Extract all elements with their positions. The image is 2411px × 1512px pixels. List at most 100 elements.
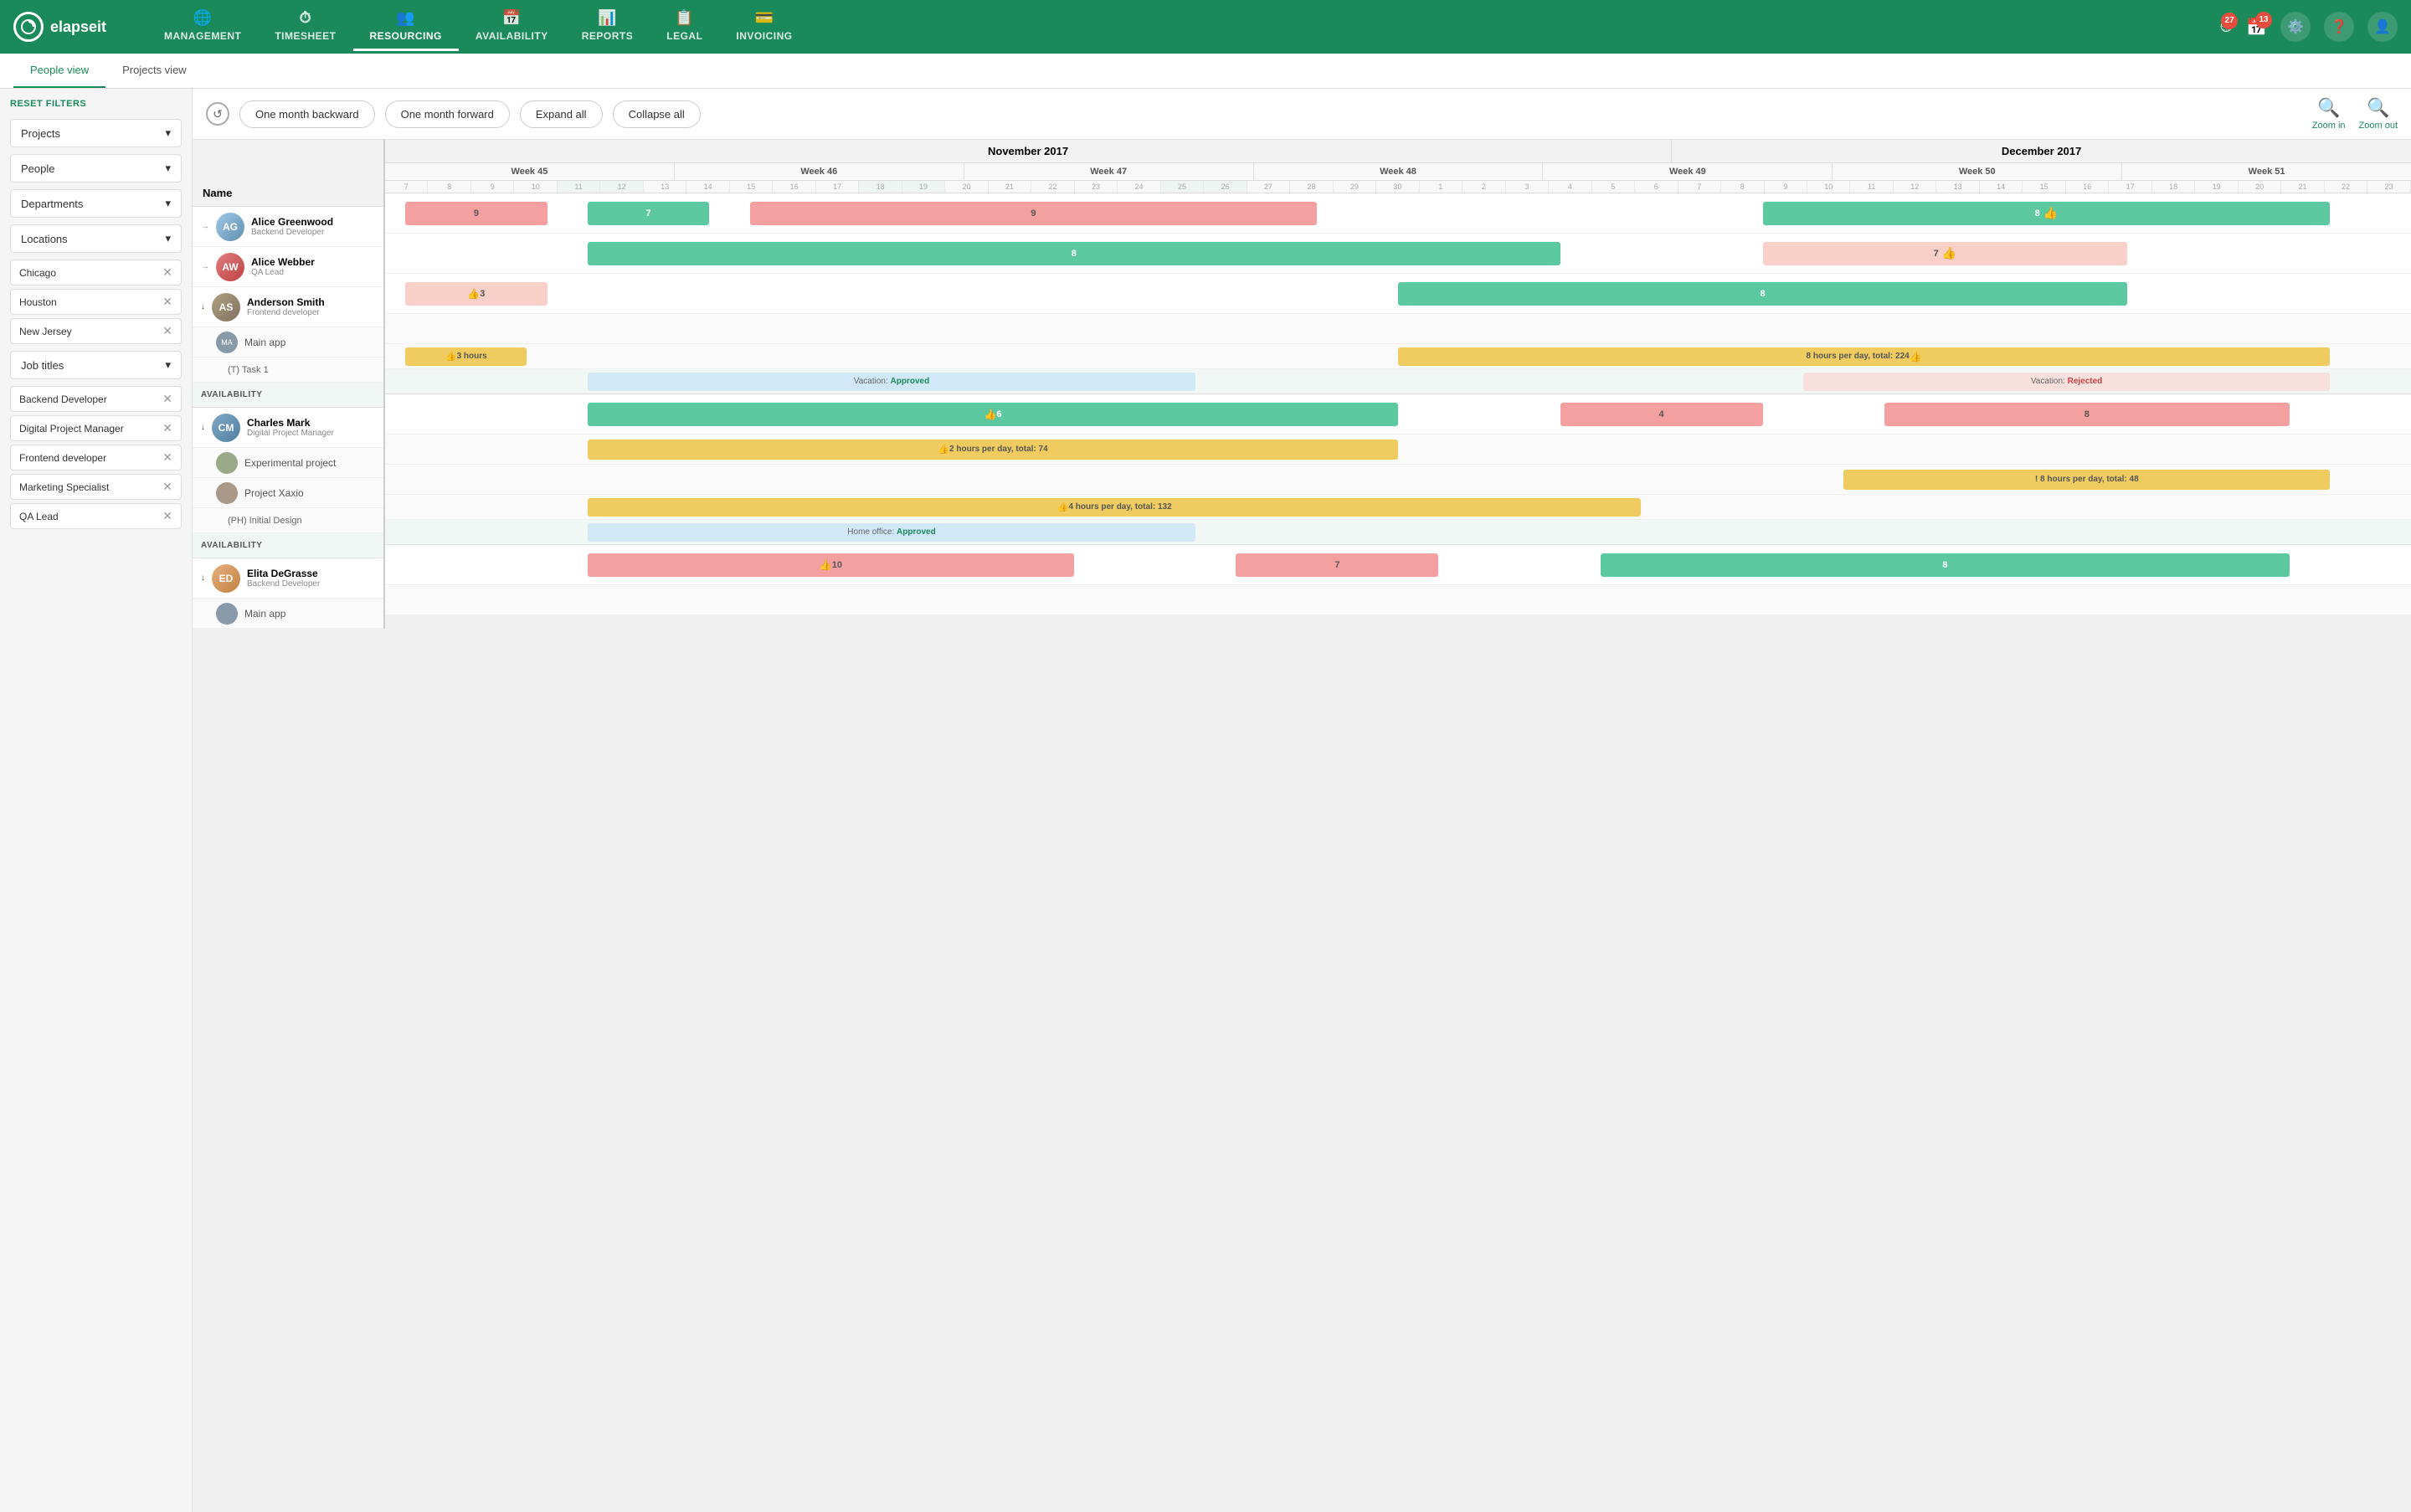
nav-management[interactable]: 🌐 MANAGEMENT [147,3,258,51]
elita-name: Elita DeGrasse [247,568,320,579]
backend-dev-remove[interactable]: ✕ [162,392,172,406]
digital-pm-remove[interactable]: ✕ [162,421,172,435]
content-area: ↺ One month backward One month forward E… [193,89,2411,1512]
anderson-avail-label: AVAILABILITY [201,390,262,399]
chicago-remove[interactable]: ✕ [162,265,172,280]
nav-reports-label: REPORTS [582,30,634,42]
main-layout: RESET FILTERS Projects ▾ People ▾ Depart… [0,89,2411,1512]
name-column: Name → AG Alice Greenwood Backend Develo… [193,140,385,629]
collapse-all-button[interactable]: Collapse all [613,100,701,128]
xaxio-icon [216,482,238,504]
chicago-tag: Chicago ✕ [10,260,182,285]
marketing-spec-label: Marketing Specialist [19,481,109,493]
job-titles-arrow: ▾ [165,358,171,372]
alice-g-bar-1: 9 [405,202,547,225]
anderson-expand[interactable]: ↓ [201,302,205,311]
availability-icon: 📅 [502,9,522,27]
nav-invoicing-label: INVOICING [736,30,792,42]
timer-badge-button[interactable]: ⏱27 [2219,18,2233,37]
charles-initial-bar-row: 👍 4 hours per day, total: 132 [385,495,2411,520]
week-49: Week 49 [1543,163,1833,180]
help-button[interactable]: ❓ [2324,12,2354,42]
zoom-in-label: Zoom in [2312,121,2346,131]
digital-pm-label: Digital Project Manager [19,423,124,435]
legal-icon: 📋 [675,9,694,27]
chicago-label: Chicago [19,267,56,279]
elita-main-app-icon [216,603,238,625]
week-50: Week 50 [1833,163,2122,180]
tab-projects-label: Projects view [122,64,187,76]
one-month-backward-button[interactable]: One month backward [239,100,375,128]
one-month-forward-button[interactable]: One month forward [385,100,510,128]
gantt-inner: November 2017 December 2017 Week 45 Week… [385,140,2411,615]
charles-homeoffice: Home office: Approved [588,523,1195,542]
job-titles-filter[interactable]: Job titles ▾ [10,351,182,379]
alice-w-bar-row: 8 7 👍 [385,234,2411,274]
new-jersey-remove[interactable]: ✕ [162,324,172,338]
anderson-name: Anderson Smith [247,296,325,308]
exp-project-label: Experimental project [244,457,336,469]
marketing-spec-remove[interactable]: ✕ [162,480,172,494]
tab-people-label: People view [30,64,89,76]
zoom-out-button[interactable]: 🔍 Zoom out [2359,97,2398,131]
nav-resourcing[interactable]: 👥 RESOURCING [353,3,459,51]
departments-filter[interactable]: Departments ▾ [10,189,182,218]
nav-invoicing[interactable]: 💳 INVOICING [719,3,809,51]
logo[interactable]: elapseit [13,12,147,42]
elita-bar-1: 👍 10 [588,553,1074,577]
settings-button[interactable]: ⚙️ [2280,12,2311,42]
anderson-bar-row: 👍 3 8 [385,274,2411,314]
alice-g-info: Alice Greenwood Backend Developer [251,216,333,237]
elita-info: Elita DeGrasse Backend Developer [247,568,320,589]
alice-w-bar-2: 7 👍 [1763,242,2128,265]
departments-filter-arrow: ▾ [165,197,171,210]
calendar-badge: 13 [2255,12,2272,28]
elita-bar-row: 👍 10 7 8 [385,545,2411,585]
houston-remove[interactable]: ✕ [162,295,172,309]
tab-projects-view[interactable]: Projects view [105,54,203,88]
departments-filter-label: Departments [21,198,83,210]
anderson-avatar: AS [212,293,240,321]
elita-project-bar-row [385,585,2411,615]
nav-legal[interactable]: 📋 LEGAL [650,3,719,51]
anderson-task-bar-2: 8 hours per day, total: 224 👍 [1398,347,2330,366]
month-nov: November 2017 [385,140,1672,162]
projects-filter[interactable]: Projects ▾ [10,119,182,147]
houston-tag: Houston ✕ [10,289,182,315]
reset-filters-button[interactable]: RESET FILTERS [10,99,182,109]
month-header: November 2017 December 2017 [385,140,2411,163]
prev-nav-button[interactable]: ↺ [206,102,229,126]
charles-exp-bar-row: 👍 2 hours per day, total: 74 [385,435,2411,465]
qa-lead-remove[interactable]: ✕ [162,509,172,523]
alice-w-title: QA Lead [251,268,315,277]
exp-project-icon [216,452,238,474]
alice-w-expand[interactable]: → [201,262,209,271]
charles-avail-label: AVAILABILITY [201,541,262,550]
nav-availability[interactable]: 📅 AVAILABILITY [459,3,565,51]
elita-expand[interactable]: ↓ [201,573,205,583]
zoom-in-icon: 🔍 [2317,97,2340,119]
calendar-badge-button[interactable]: 📅13 [2246,17,2267,38]
elita-bar-3: 8 [1601,553,2290,577]
nav-reports[interactable]: 📊 REPORTS [565,3,650,51]
anderson-vacation-rejected: Vacation: Rejected [1803,373,2330,391]
zoom-in-button[interactable]: 🔍 Zoom in [2312,97,2346,131]
expand-all-button[interactable]: Expand all [520,100,603,128]
locations-filter[interactable]: Locations ▾ [10,224,182,253]
anderson-bar-1: 👍 3 [405,282,547,306]
user-button[interactable]: 👤 [2367,12,2398,42]
charles-bar-row: 👍 6 4 8 [385,394,2411,435]
anderson-bar-2: 8 [1398,282,2127,306]
frontend-dev-remove[interactable]: ✕ [162,450,172,465]
charles-exp-bar: 👍 2 hours per day, total: 74 [588,440,1398,460]
charles-expand[interactable]: ↓ [201,423,205,432]
elita-title: Backend Developer [247,579,320,589]
tab-people-view[interactable]: People view [13,54,105,88]
anderson-project-main-app: MA Main app [193,327,383,357]
main-app-icon: MA [216,332,238,353]
alice-g-expand[interactable]: → [201,222,209,231]
nav-timesheet[interactable]: ⏱ TIMESHEET [258,3,352,51]
alice-g-title: Backend Developer [251,228,333,237]
vacation-approved-status: Approved [891,377,930,386]
people-filter[interactable]: People ▾ [10,154,182,183]
